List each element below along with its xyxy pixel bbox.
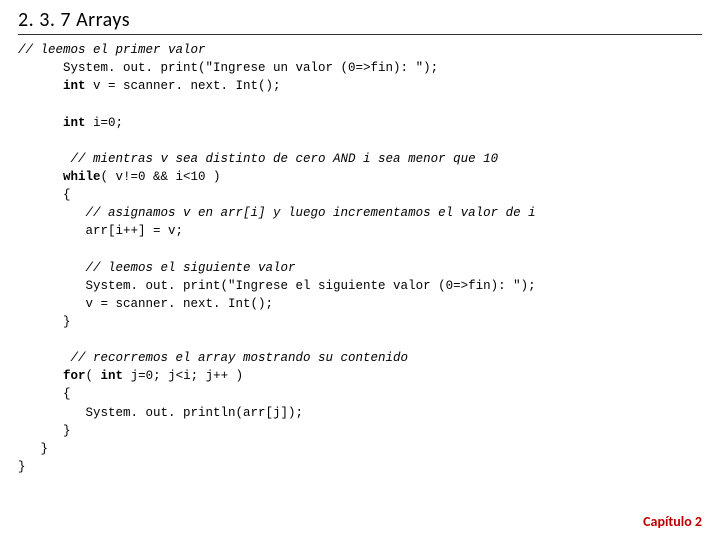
- code-line: v = scanner. next. Int();: [18, 297, 273, 311]
- code-block: // leemos el primer valor System. out. p…: [18, 41, 702, 476]
- code-line: int i=0;: [18, 116, 123, 130]
- code-line: arr[i++] = v;: [18, 224, 183, 238]
- code-comment: // recorremos el array mostrando su cont…: [18, 351, 408, 365]
- code-line: System. out. print("Ingrese el siguiente…: [18, 279, 536, 293]
- code-line: System. out. print("Ingrese un valor (0=…: [18, 61, 438, 75]
- code-line: System. out. println(arr[j]);: [18, 406, 303, 420]
- code-comment: // leemos el primer valor: [18, 43, 206, 57]
- code-line: }: [18, 460, 26, 474]
- code-line: {: [18, 188, 71, 202]
- code-comment: // leemos el siguiente valor: [18, 261, 296, 275]
- code-line: }: [18, 315, 71, 329]
- code-comment: // asignamos v en arr[i] y luego increme…: [18, 206, 536, 220]
- code-line: }: [18, 442, 48, 456]
- code-line: }: [18, 424, 71, 438]
- code-comment: // mientras v sea distinto de cero AND i…: [18, 152, 498, 166]
- code-line: {: [18, 387, 71, 401]
- chapter-footer: Capítulo 2: [643, 513, 702, 530]
- code-line: while( v!=0 && i<10 ): [18, 170, 221, 184]
- code-line: for( int j=0; j<i; j++ ): [18, 369, 243, 383]
- code-line: int v = scanner. next. Int();: [18, 79, 281, 93]
- section-heading: 2. 3. 7 Arrays: [18, 8, 702, 35]
